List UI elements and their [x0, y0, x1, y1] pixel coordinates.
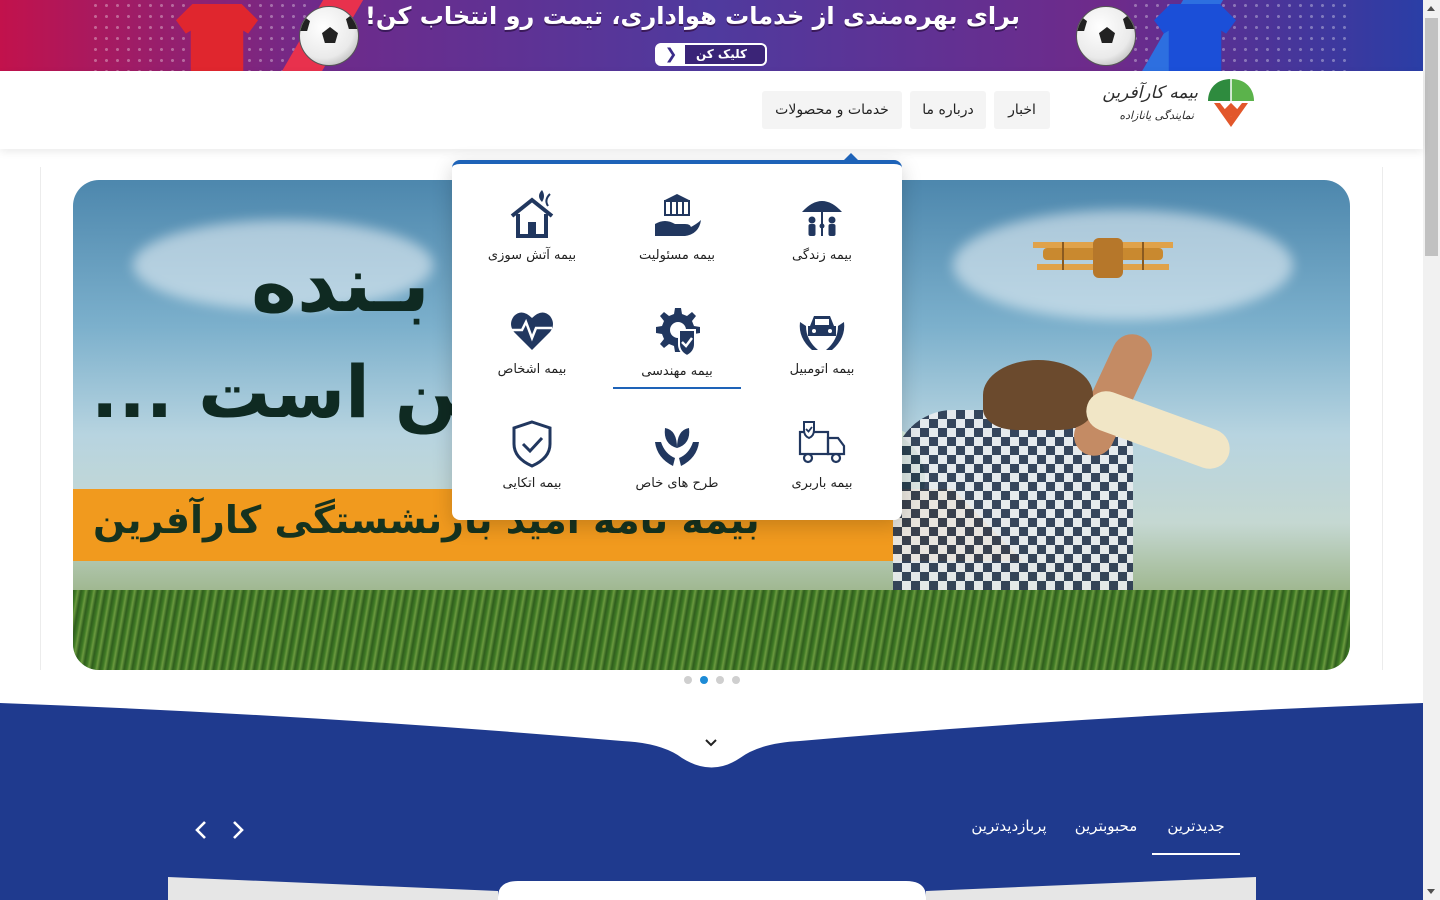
menu-item-personal-insurance[interactable]: بیمه اشخاص: [467, 304, 597, 404]
menu-item-liability-insurance[interactable]: بیمه مسئولیت: [612, 190, 742, 290]
karafarin-logo-icon: [1208, 79, 1254, 127]
menu-item-label: طرح های خاص: [635, 476, 719, 491]
site-logo[interactable]: بیمه کارآفرین نمایندگی یانازاده: [1102, 77, 1256, 139]
menu-item-label: بیمه زندگی: [792, 248, 852, 263]
chevron-left-icon: ❮: [657, 43, 685, 66]
hero-headline-line1: بـنده: [251, 240, 430, 330]
menu-item-label: بیمه مسئولیت: [638, 248, 715, 263]
logo-brand-text: بیمه کارآفرین: [1102, 83, 1198, 103]
news-section: جدیدترین محبوبترین پربازدیدترین: [0, 703, 1423, 900]
menu-item-label: بیمه آتش سوزی: [487, 248, 577, 263]
decor-grass: [73, 590, 1350, 670]
tab-most-visited[interactable]: پربازدیدترین: [962, 815, 1056, 855]
menu-item-label: بیمه اتکایی: [502, 476, 562, 491]
logo-subtitle-text: نمایندگی یانازاده: [1119, 109, 1194, 122]
nav-services-products[interactable]: خدمات و محصولات: [762, 91, 902, 129]
menu-item-label: بیمه اشخاص: [497, 362, 567, 377]
menu-item-label: بیمه مهندسی: [641, 364, 713, 379]
nav-news[interactable]: اخبار: [994, 91, 1050, 129]
heart-pulse-icon: [511, 312, 553, 350]
menu-item-reinsurance[interactable]: بیمه اتکایی: [467, 418, 597, 518]
menu-item-fire-insurance[interactable]: بیمه آتش سوزی: [467, 190, 597, 290]
promo-button-label: کلیک کن: [695, 47, 747, 61]
toy-airplane-image: [1033, 238, 1173, 278]
hands-leaf-icon: [655, 428, 699, 466]
promo-title: برای بهره‌مندی از خدمات هواداری، تیمت رو…: [364, 2, 1020, 30]
slider-dot-4[interactable]: [732, 676, 740, 684]
slider-dot-1[interactable]: [684, 676, 692, 684]
football-icon: [1076, 6, 1136, 66]
tab-newest[interactable]: جدیدترین: [1152, 815, 1240, 855]
menu-item-selected-underline: [613, 387, 741, 389]
hero-headline-line2: ـن است ...: [91, 350, 485, 434]
menu-item-label: بیمه باربری: [791, 476, 853, 491]
dropdown-caret: [844, 153, 858, 160]
scroll-up-arrow-icon[interactable]: [1427, 6, 1435, 11]
nav-about[interactable]: درباره ما: [910, 91, 986, 129]
tab-popular[interactable]: محبوبترین: [1070, 815, 1142, 855]
news-cards-container: [168, 877, 1256, 900]
menu-item-special-plans[interactable]: طرح های خاص: [612, 418, 742, 518]
services-dropdown-menu: بیمه زندگی بیمه مسئولیت بیمه آتش سوزی بی…: [452, 153, 902, 520]
scroll-down-arrow-icon[interactable]: [1427, 889, 1435, 894]
site-header: بیمه کارآفرین نمایندگی یانازاده اخبار در…: [0, 71, 1423, 149]
menu-item-label: بیمه اتومبیل: [789, 362, 855, 377]
house-fire-icon: [510, 190, 554, 238]
menu-item-engineering-insurance[interactable]: بیمه مهندسی: [612, 304, 742, 404]
slider-dot-3[interactable]: [716, 676, 724, 684]
vertical-scrollbar[interactable]: [1423, 0, 1440, 900]
chevron-down-icon[interactable]: [704, 736, 718, 750]
chevron-right-icon[interactable]: [228, 819, 248, 841]
promo-click-button[interactable]: کلیک کن ❮: [655, 43, 767, 66]
shield-check-icon: [512, 420, 552, 468]
car-hands-icon: [799, 316, 845, 350]
hand-building-icon: [655, 194, 701, 236]
truck-shield-icon: [798, 421, 846, 464]
scrollbar-thumb[interactable]: [1425, 18, 1438, 256]
menu-item-life-insurance[interactable]: بیمه زندگی: [757, 190, 887, 290]
family-umbrella-icon: [802, 201, 842, 236]
page: برای بهره‌مندی از خدمات هواداری، تیمت رو…: [0, 0, 1440, 900]
slider-dot-2[interactable]: [700, 676, 708, 684]
chevron-left-icon[interactable]: [191, 819, 211, 841]
football-icon: [299, 6, 359, 66]
menu-item-car-insurance[interactable]: بیمه اتومبیل: [757, 304, 887, 404]
promo-banner[interactable]: برای بهره‌مندی از خدمات هواداری، تیمت رو…: [0, 0, 1423, 71]
menu-item-cargo-insurance[interactable]: بیمه باربری: [757, 418, 887, 518]
gear-check-icon: [656, 308, 700, 356]
